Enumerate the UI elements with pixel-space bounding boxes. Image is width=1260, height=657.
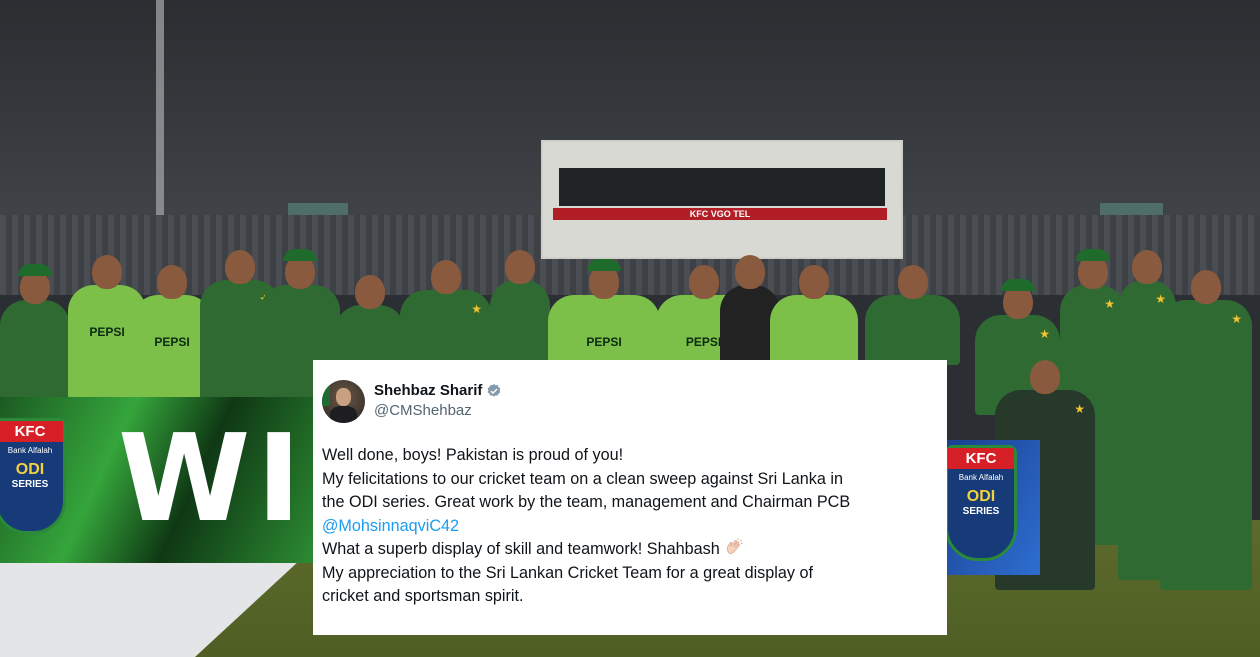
tweet-card: Shehbaz Sharif @CMShehbaz Well done, boy…: [313, 360, 947, 635]
display-name[interactable]: Shehbaz Sharif: [374, 382, 482, 399]
stand-sign: [1100, 203, 1163, 215]
series-crest-right: KFC Bank Alfalah ODI SERIES: [945, 445, 1017, 561]
winners-board-text: WI: [118, 410, 308, 549]
tweet-header: Shehbaz Sharif @CMShehbaz: [322, 380, 935, 423]
tweet-author: Shehbaz Sharif @CMShehbaz: [374, 380, 502, 419]
player: ★: [1160, 270, 1252, 590]
pavilion: KFC VGO TEL: [541, 140, 903, 259]
clapping-hands-emoji-icon: [726, 538, 743, 555]
verified-badge-icon: [488, 383, 501, 397]
tweet-line: What a superb display of skill and teamw…: [322, 540, 720, 558]
pavilion-banner: KFC VGO TEL: [553, 208, 887, 220]
stand-sign: [288, 203, 348, 215]
tweet-line: the ODI series. Great work by the team, …: [322, 493, 851, 511]
series-crest-left: KFC Bank Alfalah ODI SERIES: [0, 418, 66, 534]
player: PEPSI: [548, 259, 660, 365]
mention-link[interactable]: @MohsinnaqviC42: [322, 517, 459, 535]
tweet-line: My appreciation to the Sri Lankan Cricke…: [322, 563, 813, 582]
tweet-line: cricket and sportsman spirit.: [322, 587, 524, 605]
player: [490, 250, 550, 370]
tweet-line: Well done, boys! Pakistan is proud of yo…: [322, 446, 624, 464]
avatar[interactable]: [322, 380, 365, 423]
player: [0, 264, 70, 400]
player: [865, 265, 960, 365]
player: [770, 265, 858, 365]
pavilion-window: [559, 168, 885, 206]
tweet-line: My felicitations to our cricket team on …: [322, 469, 843, 488]
floodlight-pole: [156, 0, 164, 215]
handle[interactable]: @CMShehbaz: [374, 402, 502, 419]
tweet-text: Well done, boys! Pakistan is proud of yo…: [322, 444, 935, 609]
